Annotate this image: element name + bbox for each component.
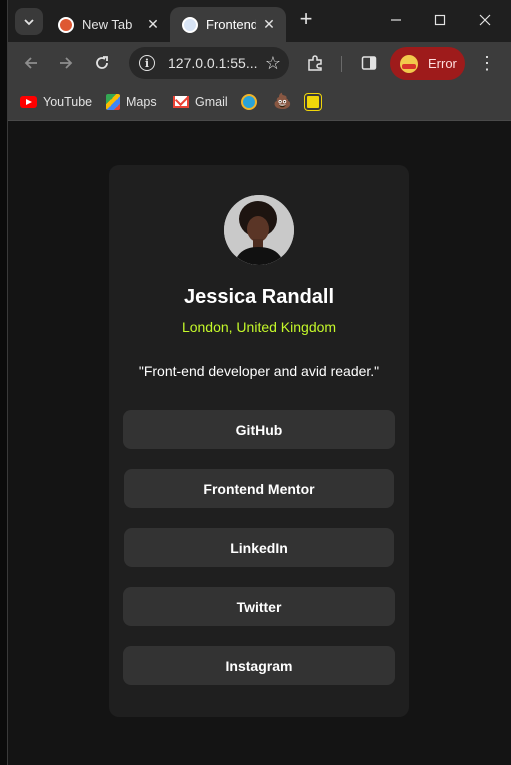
puzzle-icon	[308, 55, 322, 71]
profile-name: Jessica Randall	[183, 286, 335, 308]
back-button[interactable]	[18, 50, 44, 76]
profile-card: Jessica Randall London, United Kingdom "…	[109, 165, 409, 717]
poop-emoji-icon: 💩	[273, 93, 292, 110]
globe-icon	[182, 16, 198, 33]
bookmark-label: Gmail	[195, 95, 228, 109]
reload-icon	[96, 56, 108, 69]
side-panel-button[interactable]	[358, 52, 380, 74]
bookmark-maps[interactable]: Maps	[106, 93, 157, 111]
more-menu-button[interactable]: ⋮	[478, 52, 496, 74]
bookmark-label: YouTube	[43, 95, 93, 109]
bookmark-label: Maps	[126, 95, 157, 109]
minimize-button[interactable]	[381, 6, 411, 34]
bookmark-yellow-grid[interactable]	[304, 93, 322, 111]
side-panel-icon	[361, 56, 377, 70]
avatar-portrait	[224, 195, 294, 265]
address-bar[interactable]: i 127.0.0.1:55... ☆	[129, 47, 289, 79]
bookmark-gmail[interactable]: Gmail	[173, 93, 228, 111]
gmail-icon	[173, 96, 189, 108]
page-viewport: Jessica Randall London, United Kingdom "…	[8, 122, 511, 734]
profile-avatar-icon	[400, 54, 418, 73]
close-window-button[interactable]	[470, 6, 500, 34]
profile-location: London, United Kingdom	[181, 319, 337, 335]
bookmark-extension-blue[interactable]	[241, 93, 257, 111]
avatar	[224, 195, 294, 265]
reload-button[interactable]	[89, 50, 115, 76]
bookmark-poop-emoji[interactable]: 💩	[273, 93, 292, 111]
bookmarks-bar: YouTube Maps Gmail 💩	[8, 84, 511, 121]
browser-window: New Tab ✕ Frontend ✕ + i 127.0.0.1:55...…	[7, 0, 511, 765]
tab-strip: New Tab ✕ Frontend ✕ +	[8, 0, 511, 42]
yellow-grid-icon	[304, 93, 322, 111]
minimize-icon	[391, 19, 401, 21]
github-link-button[interactable]: GitHub	[123, 410, 395, 449]
profile-bio: "Front-end developer and avid reader."	[138, 363, 380, 379]
maps-icon	[106, 94, 120, 110]
tab-frontend[interactable]: Frontend ✕	[170, 7, 286, 42]
profile-status-label: Error	[428, 56, 457, 71]
tab-title: Frontend	[206, 17, 256, 32]
tab-new-tab[interactable]: New Tab ✕	[46, 7, 170, 42]
info-icon[interactable]: i	[139, 55, 155, 71]
twitter-link-button[interactable]: Twitter	[123, 587, 395, 626]
toolbar: i 127.0.0.1:55... ☆ Error ⋮	[8, 42, 511, 84]
maximize-icon	[434, 14, 446, 26]
chevron-down-icon	[24, 18, 34, 25]
instagram-link-button[interactable]: Instagram	[123, 646, 395, 685]
bookmark-youtube[interactable]: YouTube	[20, 93, 92, 111]
duckduckgo-icon	[58, 16, 74, 33]
tab-search-button[interactable]	[15, 8, 43, 35]
close-icon[interactable]: ✕	[260, 15, 278, 33]
forward-button[interactable]	[53, 50, 79, 76]
bookmark-star-icon[interactable]: ☆	[265, 53, 281, 74]
tab-title: New Tab	[82, 17, 133, 32]
extensions-button[interactable]	[304, 52, 326, 74]
toolbar-divider	[341, 56, 342, 72]
url-text: 127.0.0.1:55...	[168, 55, 258, 71]
linkedin-link-button[interactable]: LinkedIn	[124, 528, 394, 567]
close-icon[interactable]: ✕	[144, 15, 162, 33]
profile-error-button[interactable]: Error	[390, 47, 465, 80]
arrow-right-icon	[60, 57, 73, 69]
youtube-icon	[20, 96, 37, 108]
maximize-button[interactable]	[425, 6, 455, 34]
close-icon	[479, 14, 491, 26]
frontend-mentor-link-button[interactable]: Frontend Mentor	[124, 469, 394, 508]
extension-blue-icon	[241, 94, 257, 110]
arrow-left-icon	[24, 57, 37, 69]
new-tab-button[interactable]: +	[294, 8, 318, 32]
